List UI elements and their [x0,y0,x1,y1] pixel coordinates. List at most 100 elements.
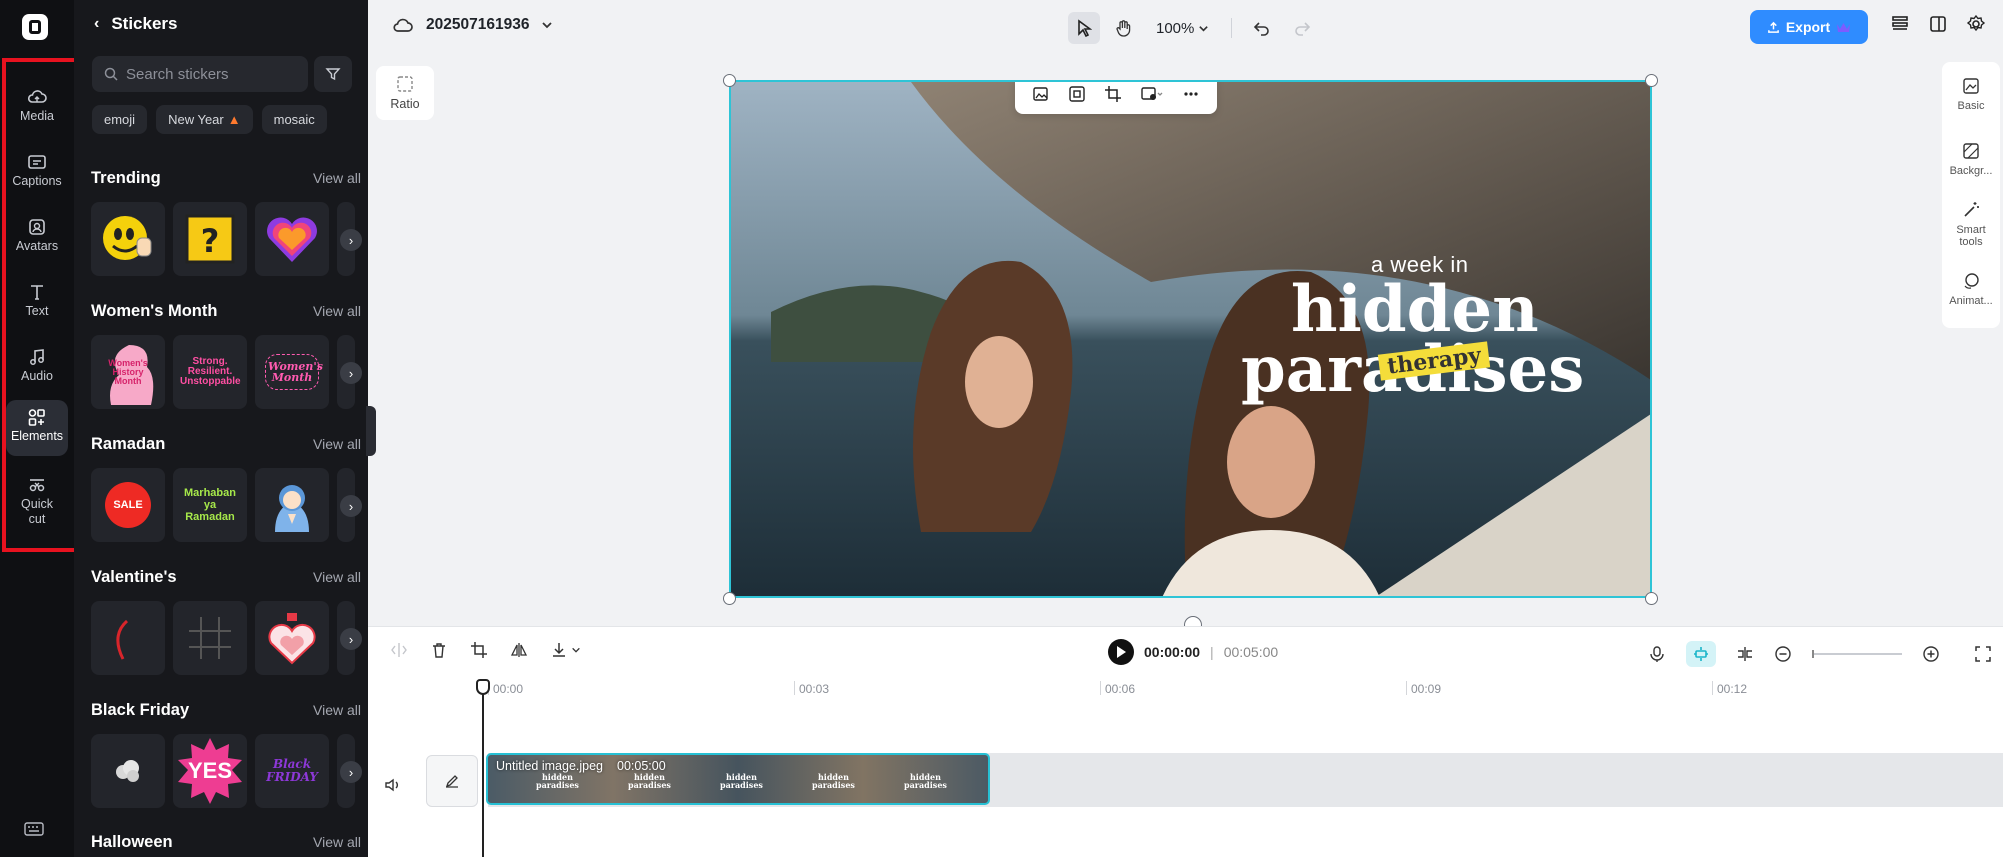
next-arrow-icon[interactable]: › [340,362,362,384]
hand-tool-button[interactable] [1108,12,1140,44]
sticker-love-potion[interactable] [255,601,329,675]
section-title: Halloween [91,832,173,851]
view-all-link[interactable]: View all [313,436,361,452]
sticker-question-block[interactable]: ? [173,202,247,276]
ai-edit-icon[interactable] [1140,85,1164,103]
back-chevron-icon[interactable]: ‹ [94,15,99,33]
mask-icon[interactable] [1068,85,1086,103]
next-arrow-icon[interactable]: › [340,495,362,517]
replace-image-icon[interactable] [1032,85,1050,103]
tab-animation[interactable]: Animat... [1942,257,2000,322]
split-icon[interactable] [390,641,408,659]
layers-icon[interactable] [1890,14,1910,34]
split-view-icon[interactable] [1736,645,1754,663]
rail-item-text[interactable]: Text [6,275,68,325]
sticker-marhaban-ramadan[interactable]: Marhaban ya Ramadan [173,468,247,542]
chip-new-year[interactable]: New Year ▲ [156,105,253,134]
sticker-womens-month[interactable]: Women's Month [255,335,329,409]
split-layout-icon[interactable] [1928,14,1948,34]
rail-item-audio[interactable]: Audio [6,340,68,390]
video-preview[interactable]: a week in hidden paradises therapy [729,80,1652,598]
view-all-link[interactable]: View all [313,702,361,718]
rail-item-quick-cut[interactable]: Quick cut [6,468,68,534]
timeline-ruler[interactable]: 00:00 00:03 00:06 00:09 00:12 [488,681,2003,701]
timeline: 00:00:00 | 00:05:00 00:00 00:03 00:06 00… [368,626,2003,857]
tab-basic[interactable]: Basic [1942,62,2000,127]
next-arrow-icon[interactable]: › [340,628,362,650]
text-icon [31,285,43,300]
sticker-yes-burst[interactable]: YES [173,734,247,808]
search-input[interactable] [126,65,296,83]
app-logo[interactable] [22,14,48,40]
top-right-tools [1890,14,1986,34]
rail-item-captions[interactable]: Captions [6,145,68,195]
rail-item-elements[interactable]: Elements [6,400,68,456]
current-time: 00:00:00 [1144,644,1201,660]
zoom-in-icon[interactable] [1922,645,1940,663]
keyboard-shortcuts-icon[interactable] [24,822,44,841]
microphone-icon[interactable] [1648,645,1666,663]
resize-handle-top-right[interactable] [1645,74,1658,87]
chip-emoji[interactable]: emoji [92,105,148,134]
download-dropdown[interactable] [550,641,581,659]
tab-smart-tools[interactable]: Smart tools [1942,192,2000,257]
timeline-clip[interactable]: Untitled image.jpeg 00:05:00 hidden paradi… [486,753,990,805]
undo-icon [1254,22,1270,36]
sticker-smiley-thumbs-up[interactable] [91,202,165,276]
fit-screen-icon[interactable] [1974,645,1992,663]
more-options-icon[interactable] [1182,85,1200,103]
sticker-smoke-cloud[interactable] [91,734,165,808]
volume-icon[interactable] [384,776,402,794]
sticker-hash-grid[interactable] [173,601,247,675]
crop-icon[interactable] [470,641,488,659]
sticker-rainbow-heart[interactable] [255,202,329,276]
sticker-black-friday[interactable]: Black FRIDAY [255,734,329,808]
rail-item-media[interactable]: Media [6,80,68,130]
flip-icon[interactable] [510,641,528,659]
settings-gear-icon[interactable] [1966,14,1986,34]
next-arrow-icon[interactable]: › [340,761,362,783]
next-arrow-icon[interactable]: › [340,229,362,251]
view-all-link[interactable]: View all [313,569,361,585]
view-all-link[interactable]: View all [313,303,361,319]
sticker-promo-sale[interactable]: SALE [91,468,165,542]
ruler-label: 00:12 [1712,681,1747,696]
resize-handle-bottom-right[interactable] [1645,592,1658,605]
play-button[interactable] [1108,639,1134,665]
chip-mosaic[interactable]: mosaic [261,105,327,134]
ruler-label: 00:06 [1100,681,1135,696]
ratio-button[interactable]: Ratio [376,66,434,120]
timeline-edit-tools [390,641,581,659]
playhead[interactable] [482,679,484,857]
project-title-area[interactable]: 202507161936 [392,16,553,34]
rail-item-avatars[interactable]: Avatars [6,210,68,260]
delete-icon[interactable] [430,641,448,659]
filter-button[interactable] [314,56,352,92]
export-button[interactable]: Export [1750,10,1868,44]
zoom-dropdown[interactable]: 100% [1148,20,1217,37]
section-valentines: Valentine's View all › [91,565,362,675]
sticker-red-stroke[interactable] [91,601,165,675]
magnet-snap-toggle[interactable] [1686,641,1716,667]
redo-button[interactable] [1286,12,1318,44]
undo-button[interactable] [1246,12,1278,44]
timeline-zoom-slider[interactable] [1812,650,1902,658]
section-womens-month: Women's Month View all Women's History M… [91,299,362,409]
section-title: Ramadan [91,434,166,453]
clip-thumb-text: hidden paradises [720,772,763,790]
resize-handle-bottom-left[interactable] [723,592,736,605]
crop-icon[interactable] [1104,85,1122,103]
playhead-handle[interactable] [476,679,490,695]
resize-handle-top-left[interactable] [723,74,736,87]
sticker-womens-history-month[interactable]: Women's History Month [91,335,165,409]
search-box[interactable] [92,56,308,92]
tab-background[interactable]: Backgr... [1942,127,2000,192]
clip-label: Untitled image.jpeg 00:05:00 [496,759,666,773]
zoom-out-icon[interactable] [1774,645,1792,663]
track-edit-button[interactable] [426,755,478,807]
view-all-link[interactable]: View all [313,834,361,850]
select-tool-button[interactable] [1068,12,1100,44]
view-all-link[interactable]: View all [313,170,361,186]
sticker-strong-resilient[interactable]: Strong. Resilient. Unstoppable [173,335,247,409]
sticker-praying-girl[interactable] [255,468,329,542]
